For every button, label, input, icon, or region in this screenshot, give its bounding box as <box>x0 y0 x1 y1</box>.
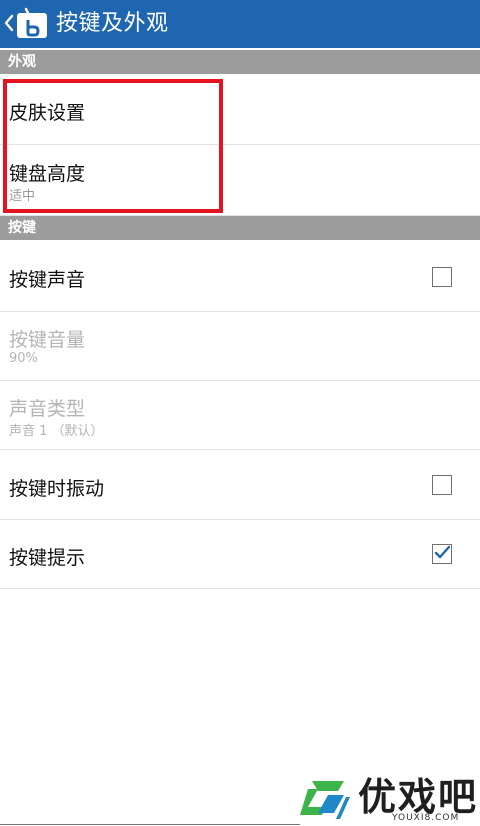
checkmark-icon <box>434 545 450 559</box>
watermark-divider <box>0 824 300 825</box>
page-title: 按键及外观 <box>56 11 169 36</box>
watermark: 优戏吧 YOUXI8.COM <box>298 775 480 826</box>
key-vibration-label: 按键时振动 <box>9 478 105 500</box>
key-vibration-checkbox[interactable] <box>432 475 452 495</box>
section-header-appearance: 外观 <box>0 50 480 74</box>
watermark-domain: YOUXI8.COM <box>392 813 460 823</box>
keyboard-app-icon[interactable] <box>14 6 50 42</box>
key-hint-checkbox[interactable] <box>432 544 452 564</box>
keyboard-height-value: 适中 <box>9 189 36 204</box>
skin-settings-label: 皮肤设置 <box>9 102 86 124</box>
keyboard-height-row[interactable]: 键盘高度 适中 <box>0 145 480 216</box>
sound-type-label: 声音类型 <box>9 398 86 420</box>
sound-type-value: 声音 1 （默认） <box>9 424 104 439</box>
key-volume-value: 90% <box>9 351 38 366</box>
key-hint-label: 按键提示 <box>9 547 86 569</box>
key-volume-row: 按键音量 90% <box>0 312 480 381</box>
app-bar: 按键及外观 <box>0 0 480 48</box>
key-sound-label: 按键声音 <box>9 269 86 291</box>
key-sound-checkbox[interactable] <box>432 267 452 287</box>
section-header-keys: 按键 <box>0 216 480 240</box>
keyboard-height-label: 键盘高度 <box>9 163 86 185</box>
key-volume-label: 按键音量 <box>9 329 86 351</box>
sound-type-row: 声音类型 声音 1 （默认） <box>0 381 480 450</box>
key-sound-row[interactable]: 按键声音 <box>0 240 480 312</box>
youxi8-logo-icon <box>300 781 350 819</box>
key-vibration-row[interactable]: 按键时振动 <box>0 450 480 520</box>
key-hint-row[interactable]: 按键提示 <box>0 520 480 589</box>
skin-settings-row[interactable]: 皮肤设置 <box>0 74 480 145</box>
